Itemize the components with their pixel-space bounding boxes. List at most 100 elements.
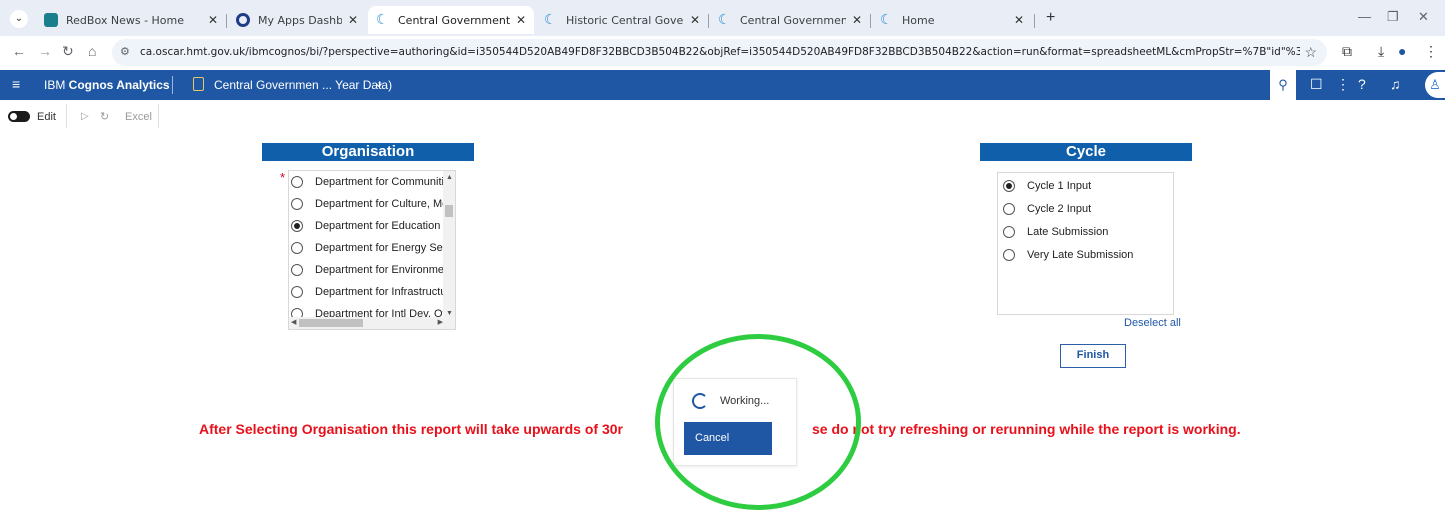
home-icon[interactable]: ⌂ [88,43,96,59]
highlight-circle-annotation [655,334,861,510]
cognos-favicon-icon: ☾ [544,12,557,28]
radio-button[interactable] [1003,226,1015,238]
radio-button[interactable] [1003,203,1015,215]
tab-label: Central Government – Non CPIC [398,13,510,27]
cycle-option[interactable]: Late Submission [1001,221,1108,243]
forward-arrow-icon[interactable]: → [38,43,52,59]
radio-button-selected[interactable] [1003,180,1015,192]
warning-text-end: se do not try refreshing or rerunning wh… [811,421,1241,437]
refresh-icon[interactable]: ↻ [100,110,109,123]
radio-button[interactable] [1003,249,1015,261]
org-option[interactable]: Department for Education [289,215,440,237]
vertical-scroll-thumb[interactable] [445,205,453,217]
browser-tab-central-government-non-cpic[interactable]: ☾ Central Government – Non CPIC ✕ [368,6,534,34]
required-asterisk: * [280,170,286,185]
radio-button[interactable] [291,242,303,254]
tab-label: RedBox News - Home [66,13,185,27]
browser-tab-my-apps[interactable]: My Apps Dashboard | oscar ✕ [228,6,366,34]
restore-icon[interactable]: ❐ [1387,9,1399,25]
org-option-label: Department for Culture, Media [315,198,456,210]
excel-format-button[interactable]: Excel [125,111,152,123]
notifications-bell-icon[interactable]: ♫ [1390,76,1401,92]
deselect-all-link[interactable]: Deselect all [1124,317,1181,329]
browser-tab-redbox[interactable]: RedBox News - Home ✕ [36,6,226,34]
extensions-puzzle-icon[interactable]: ⧉ [1342,43,1352,60]
radio-button[interactable] [291,198,303,210]
chat-icon[interactable]: ☐ [1310,76,1323,93]
hamburger-menu-icon[interactable]: ≡ [12,76,20,92]
cycle-option[interactable]: Cycle 1 Input [1001,175,1091,197]
search-icon[interactable]: ⚲ [1270,70,1296,100]
chevron-down-icon[interactable]: ⌄ [373,74,385,91]
tab-close-icon[interactable]: ✕ [852,13,862,27]
radio-button[interactable] [291,176,303,188]
tab-close-icon[interactable]: ✕ [516,13,526,27]
org-option[interactable]: Department for Infrastructure [289,281,456,303]
org-option[interactable]: Department for Communities [289,171,455,193]
new-tab-plus-icon[interactable]: + [1046,9,1055,27]
profile-icon[interactable]: ● [1398,43,1406,59]
scroll-left-arrow-icon[interactable]: ◀ [291,318,296,326]
tab-divider [708,14,709,28]
radio-button[interactable] [291,264,303,276]
scroll-right-arrow-icon[interactable]: ▶ [438,318,443,326]
radio-button-selected[interactable] [291,220,303,232]
cognos-favicon-icon: ☾ [880,12,893,28]
finish-button[interactable]: Finish [1060,344,1126,368]
edit-label[interactable]: Edit [37,111,56,123]
reload-icon[interactable]: ↻ [62,43,74,60]
downloads-icon[interactable]: ⤓ [1378,43,1384,60]
bookmark-star-icon[interactable]: ☆ [1304,44,1317,61]
browser-tab-historic-central-government[interactable]: ☾ Historic Central Government Ac ✕ [536,6,708,34]
radio-button[interactable] [291,286,303,298]
toolbar-divider [158,104,159,128]
user-account-icon[interactable]: ♙ [1425,72,1445,98]
brand-name: Cognos Analytics [68,78,170,92]
browser-tab-strip: ⌄ RedBox News - Home ✕ My Apps Dashboard… [0,0,1445,36]
org-option[interactable]: Department for Culture, Media [289,193,456,215]
vertical-scrollbar[interactable]: ▲ ▼ [443,171,455,317]
scroll-up-arrow-icon[interactable]: ▲ [446,174,453,181]
horizontal-scroll-thumb[interactable] [299,319,363,327]
cycle-option-label: Very Late Submission [1027,249,1134,261]
report-title[interactable]: Central Governmen ... Year Data) [214,78,392,92]
browser-tab-central-government-cls[interactable]: ☾ Central Government CLS – CPIC ✕ [710,6,870,34]
scroll-down-arrow-icon[interactable]: ▼ [446,310,453,317]
cycle-list[interactable]: Cycle 1 Input Cycle 2 Input Late Submiss… [997,172,1174,315]
browser-tab-home[interactable]: ☾ Home ✕ [872,6,1032,34]
cycle-option[interactable]: Very Late Submission [1001,244,1133,266]
site-info-icon[interactable]: ⚙ [120,45,130,58]
tab-label: Central Government CLS – CPIC [740,13,846,27]
tab-close-icon[interactable]: ✕ [208,13,218,27]
cycle-option-label: Cycle 2 Input [1027,203,1092,215]
minimize-icon[interactable]: — [1358,9,1371,24]
cycle-option-label: Late Submission [1027,226,1109,238]
cycle-option-label: Cycle 1 Input [1027,180,1092,192]
tab-search-chevron-icon[interactable]: ⌄ [10,10,28,28]
org-option[interactable]: Department for Environment F [289,259,456,281]
edit-toggle[interactable] [8,111,30,122]
cycle-option[interactable]: Cycle 2 Input [1001,198,1091,220]
org-option-label: Department for Energy Securi [315,242,456,254]
org-option-label: Department for Environment F [315,264,456,276]
tab-divider [226,14,227,28]
report-icon [193,77,204,91]
back-arrow-icon[interactable]: ← [12,43,26,59]
url-text[interactable]: ca.oscar.hmt.gov.uk/ibmcognos/bi/?perspe… [140,46,1300,58]
address-bar-row: ← → ↻ ⌂ ⚙ ca.oscar.hmt.gov.uk/ibmcognos/… [0,36,1445,68]
organisation-list[interactable]: Department for Communities Department fo… [288,170,456,330]
horizontal-scrollbar[interactable]: ◀ ▶ [289,317,455,329]
run-play-icon[interactable]: ▷ [81,111,89,122]
more-options-icon[interactable]: ⋮ [1336,76,1350,93]
address-bar[interactable]: ⚙ ca.oscar.hmt.gov.uk/ibmcognos/bi/?pers… [112,39,1327,66]
org-option[interactable]: Department for Energy Securi [289,237,456,259]
cycle-header: Cycle [980,143,1192,161]
tab-close-icon[interactable]: ✕ [348,13,358,27]
tab-close-icon[interactable]: ✕ [1014,13,1024,27]
close-window-icon[interactable]: ✕ [1418,9,1429,25]
help-icon[interactable]: ? [1358,76,1366,92]
tab-close-icon[interactable]: ✕ [690,13,700,27]
org-option-label: Department for Infrastructure [315,286,456,298]
tab-divider [1034,14,1035,28]
browser-menu-icon[interactable]: ⋮ [1424,43,1438,60]
